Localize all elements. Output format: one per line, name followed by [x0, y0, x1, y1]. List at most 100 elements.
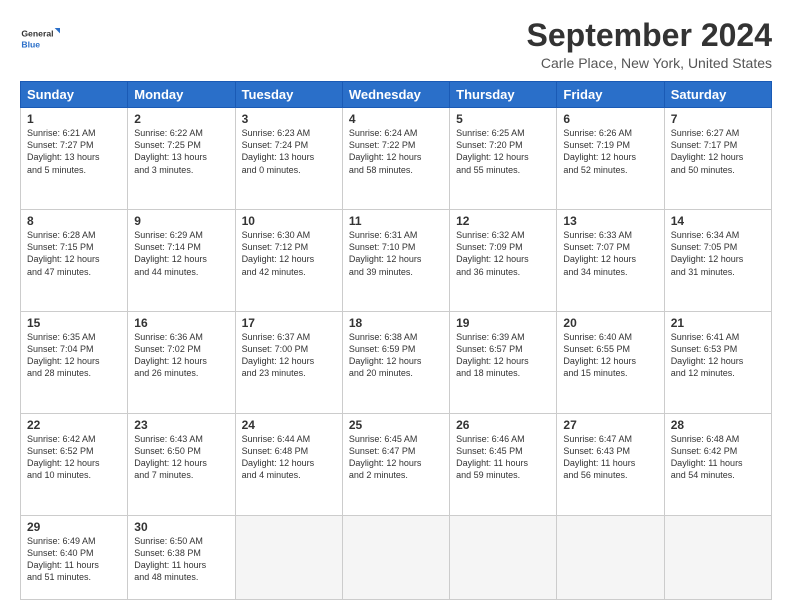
day-info: Sunrise: 6:24 AM Sunset: 7:22 PM Dayligh… — [349, 127, 443, 176]
calendar-body: 1Sunrise: 6:21 AM Sunset: 7:27 PM Daylig… — [21, 108, 772, 600]
day-number: 15 — [27, 316, 121, 330]
header: General Blue September 2024 Carle Place,… — [20, 18, 772, 71]
col-header-friday: Friday — [557, 82, 664, 108]
day-number: 21 — [671, 316, 765, 330]
col-header-monday: Monday — [128, 82, 235, 108]
day-cell — [664, 515, 771, 599]
col-header-sunday: Sunday — [21, 82, 128, 108]
day-number: 2 — [134, 112, 228, 126]
day-cell: 25Sunrise: 6:45 AM Sunset: 6:47 PM Dayli… — [342, 414, 449, 516]
day-number: 7 — [671, 112, 765, 126]
day-cell: 5Sunrise: 6:25 AM Sunset: 7:20 PM Daylig… — [450, 108, 557, 210]
col-header-saturday: Saturday — [664, 82, 771, 108]
day-info: Sunrise: 6:34 AM Sunset: 7:05 PM Dayligh… — [671, 229, 765, 278]
day-info: Sunrise: 6:22 AM Sunset: 7:25 PM Dayligh… — [134, 127, 228, 176]
day-cell: 6Sunrise: 6:26 AM Sunset: 7:19 PM Daylig… — [557, 108, 664, 210]
col-header-tuesday: Tuesday — [235, 82, 342, 108]
day-cell: 26Sunrise: 6:46 AM Sunset: 6:45 PM Dayli… — [450, 414, 557, 516]
col-header-wednesday: Wednesday — [342, 82, 449, 108]
day-info: Sunrise: 6:43 AM Sunset: 6:50 PM Dayligh… — [134, 433, 228, 482]
week-row-4: 22Sunrise: 6:42 AM Sunset: 6:52 PM Dayli… — [21, 414, 772, 516]
day-info: Sunrise: 6:28 AM Sunset: 7:15 PM Dayligh… — [27, 229, 121, 278]
day-info: Sunrise: 6:46 AM Sunset: 6:45 PM Dayligh… — [456, 433, 550, 482]
day-cell: 17Sunrise: 6:37 AM Sunset: 7:00 PM Dayli… — [235, 312, 342, 414]
day-cell: 16Sunrise: 6:36 AM Sunset: 7:02 PM Dayli… — [128, 312, 235, 414]
day-info: Sunrise: 6:27 AM Sunset: 7:17 PM Dayligh… — [671, 127, 765, 176]
day-cell: 23Sunrise: 6:43 AM Sunset: 6:50 PM Dayli… — [128, 414, 235, 516]
day-number: 17 — [242, 316, 336, 330]
day-number: 11 — [349, 214, 443, 228]
day-cell: 22Sunrise: 6:42 AM Sunset: 6:52 PM Dayli… — [21, 414, 128, 516]
day-number: 28 — [671, 418, 765, 432]
day-number: 30 — [134, 520, 228, 534]
day-number: 25 — [349, 418, 443, 432]
col-header-thursday: Thursday — [450, 82, 557, 108]
subtitle: Carle Place, New York, United States — [527, 55, 772, 71]
day-info: Sunrise: 6:30 AM Sunset: 7:12 PM Dayligh… — [242, 229, 336, 278]
svg-text:General: General — [21, 29, 53, 39]
day-cell: 9Sunrise: 6:29 AM Sunset: 7:14 PM Daylig… — [128, 210, 235, 312]
week-row-2: 8Sunrise: 6:28 AM Sunset: 7:15 PM Daylig… — [21, 210, 772, 312]
day-number: 26 — [456, 418, 550, 432]
header-row: SundayMondayTuesdayWednesdayThursdayFrid… — [21, 82, 772, 108]
day-cell: 29Sunrise: 6:49 AM Sunset: 6:40 PM Dayli… — [21, 515, 128, 599]
day-number: 8 — [27, 214, 121, 228]
day-cell: 24Sunrise: 6:44 AM Sunset: 6:48 PM Dayli… — [235, 414, 342, 516]
page: General Blue September 2024 Carle Place,… — [0, 0, 792, 612]
day-number: 4 — [349, 112, 443, 126]
day-cell — [235, 515, 342, 599]
day-number: 13 — [563, 214, 657, 228]
day-number: 14 — [671, 214, 765, 228]
day-info: Sunrise: 6:26 AM Sunset: 7:19 PM Dayligh… — [563, 127, 657, 176]
day-info: Sunrise: 6:23 AM Sunset: 7:24 PM Dayligh… — [242, 127, 336, 176]
day-info: Sunrise: 6:31 AM Sunset: 7:10 PM Dayligh… — [349, 229, 443, 278]
day-info: Sunrise: 6:25 AM Sunset: 7:20 PM Dayligh… — [456, 127, 550, 176]
day-info: Sunrise: 6:36 AM Sunset: 7:02 PM Dayligh… — [134, 331, 228, 380]
day-cell: 10Sunrise: 6:30 AM Sunset: 7:12 PM Dayli… — [235, 210, 342, 312]
calendar-header: SundayMondayTuesdayWednesdayThursdayFrid… — [21, 82, 772, 108]
day-info: Sunrise: 6:40 AM Sunset: 6:55 PM Dayligh… — [563, 331, 657, 380]
day-number: 12 — [456, 214, 550, 228]
day-number: 5 — [456, 112, 550, 126]
day-cell: 4Sunrise: 6:24 AM Sunset: 7:22 PM Daylig… — [342, 108, 449, 210]
day-cell — [557, 515, 664, 599]
day-cell: 21Sunrise: 6:41 AM Sunset: 6:53 PM Dayli… — [664, 312, 771, 414]
day-number: 20 — [563, 316, 657, 330]
day-number: 3 — [242, 112, 336, 126]
day-number: 23 — [134, 418, 228, 432]
day-info: Sunrise: 6:39 AM Sunset: 6:57 PM Dayligh… — [456, 331, 550, 380]
day-number: 29 — [27, 520, 121, 534]
day-cell: 2Sunrise: 6:22 AM Sunset: 7:25 PM Daylig… — [128, 108, 235, 210]
week-row-1: 1Sunrise: 6:21 AM Sunset: 7:27 PM Daylig… — [21, 108, 772, 210]
day-info: Sunrise: 6:35 AM Sunset: 7:04 PM Dayligh… — [27, 331, 121, 380]
day-cell: 3Sunrise: 6:23 AM Sunset: 7:24 PM Daylig… — [235, 108, 342, 210]
day-cell: 30Sunrise: 6:50 AM Sunset: 6:38 PM Dayli… — [128, 515, 235, 599]
day-info: Sunrise: 6:33 AM Sunset: 7:07 PM Dayligh… — [563, 229, 657, 278]
day-cell: 20Sunrise: 6:40 AM Sunset: 6:55 PM Dayli… — [557, 312, 664, 414]
day-number: 27 — [563, 418, 657, 432]
logo-svg: General Blue — [20, 18, 60, 58]
day-cell: 28Sunrise: 6:48 AM Sunset: 6:42 PM Dayli… — [664, 414, 771, 516]
day-cell: 12Sunrise: 6:32 AM Sunset: 7:09 PM Dayli… — [450, 210, 557, 312]
day-cell: 19Sunrise: 6:39 AM Sunset: 6:57 PM Dayli… — [450, 312, 557, 414]
day-info: Sunrise: 6:44 AM Sunset: 6:48 PM Dayligh… — [242, 433, 336, 482]
day-number: 16 — [134, 316, 228, 330]
day-cell — [342, 515, 449, 599]
day-number: 19 — [456, 316, 550, 330]
day-cell: 11Sunrise: 6:31 AM Sunset: 7:10 PM Dayli… — [342, 210, 449, 312]
day-info: Sunrise: 6:29 AM Sunset: 7:14 PM Dayligh… — [134, 229, 228, 278]
day-number: 9 — [134, 214, 228, 228]
day-cell: 14Sunrise: 6:34 AM Sunset: 7:05 PM Dayli… — [664, 210, 771, 312]
week-row-3: 15Sunrise: 6:35 AM Sunset: 7:04 PM Dayli… — [21, 312, 772, 414]
day-number: 24 — [242, 418, 336, 432]
day-cell: 8Sunrise: 6:28 AM Sunset: 7:15 PM Daylig… — [21, 210, 128, 312]
day-cell — [450, 515, 557, 599]
day-number: 1 — [27, 112, 121, 126]
day-cell: 15Sunrise: 6:35 AM Sunset: 7:04 PM Dayli… — [21, 312, 128, 414]
logo: General Blue — [20, 18, 60, 58]
title-block: September 2024 Carle Place, New York, Un… — [527, 18, 772, 71]
day-info: Sunrise: 6:21 AM Sunset: 7:27 PM Dayligh… — [27, 127, 121, 176]
day-cell: 27Sunrise: 6:47 AM Sunset: 6:43 PM Dayli… — [557, 414, 664, 516]
day-cell: 13Sunrise: 6:33 AM Sunset: 7:07 PM Dayli… — [557, 210, 664, 312]
day-info: Sunrise: 6:49 AM Sunset: 6:40 PM Dayligh… — [27, 535, 121, 584]
